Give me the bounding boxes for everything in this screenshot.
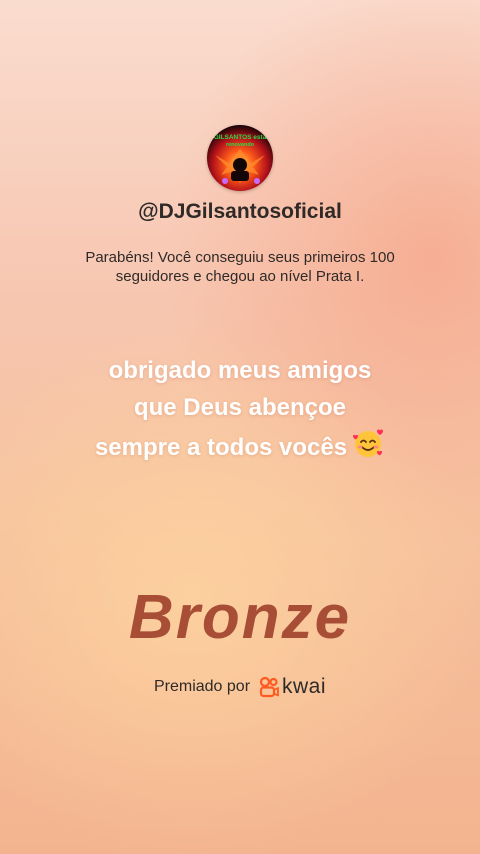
custom-message: obrigado meus amigos que Deus abençoe se… — [90, 352, 390, 471]
awarded-by: Premiado por kwai — [0, 675, 480, 699]
profile-avatar[interactable]: GILSANTOS está renovando — [207, 125, 273, 191]
message-text: obrigado meus amigos que Deus abençoe se… — [94, 357, 372, 461]
username[interactable]: @DJGilsantosoficial — [0, 200, 480, 224]
kwai-logo-icon[interactable] — [258, 676, 280, 698]
avatar-text-line2: renovando — [226, 142, 255, 148]
smiling-face-with-hearts-icon — [351, 426, 385, 471]
kwai-brand-name[interactable]: kwai — [282, 675, 326, 699]
congrats-text: Parabéns! Você conseguiu seus primeiros … — [85, 249, 395, 285]
level-title: Bronze — [128, 583, 352, 652]
avatar-text-line1: GILSANTOS está — [214, 134, 267, 141]
avatar-image: GILSANTOS está renovando — [207, 125, 273, 191]
awarded-by-label: Premiado por — [153, 678, 251, 695]
